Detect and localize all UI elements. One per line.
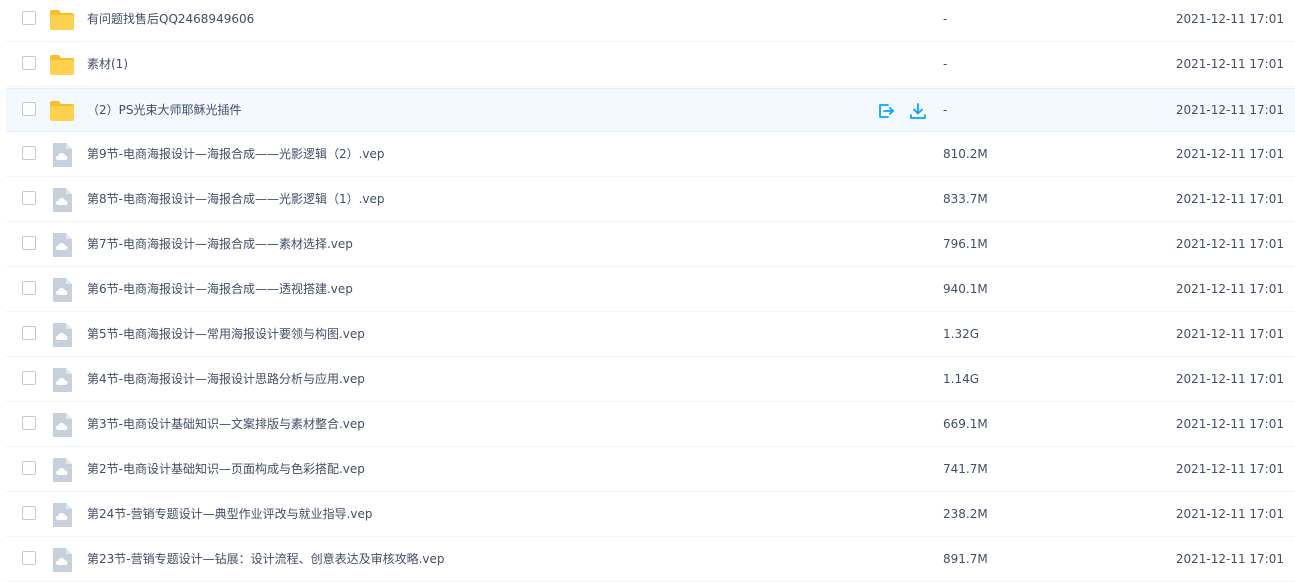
cloud-file-icon xyxy=(48,231,76,259)
cloud-file-icon xyxy=(48,321,76,349)
row-checkbox[interactable] xyxy=(22,11,36,25)
file-size: - xyxy=(943,57,948,71)
file-size: 833.7M xyxy=(943,192,988,206)
row-checkbox[interactable] xyxy=(22,146,36,160)
modified-date: 2021-12-11 17:01 xyxy=(1175,237,1284,251)
row-checkbox[interactable] xyxy=(22,102,36,116)
file-name[interactable]: 第6节-电商海报设计—海报合成——透视搭建.vep xyxy=(87,268,353,311)
cloud-file-icon xyxy=(48,141,76,169)
file-name[interactable]: 有问题找售后QQ2468949606 xyxy=(87,0,254,41)
row-checkbox[interactable] xyxy=(22,326,36,340)
row-checkbox[interactable] xyxy=(22,236,36,250)
file-size: 1.14G xyxy=(943,372,980,386)
row-checkbox[interactable] xyxy=(22,56,36,70)
file-row[interactable]: 第4节-电商海报设计—海报设计思路分析与应用.vep 1.14G 2021-12-1… xyxy=(6,358,1295,402)
file-name[interactable]: 第7节-电商海报设计—海报合成——素材选择.vep xyxy=(87,223,353,266)
folder-icon xyxy=(48,51,76,79)
modified-date: 2021-12-11 17:01 xyxy=(1175,192,1284,206)
modified-date: 2021-12-11 17:01 xyxy=(1175,282,1284,296)
file-name[interactable]: 第9节-电商海报设计—海报合成——光影逻辑（2）.vep xyxy=(87,133,385,176)
download-icon[interactable] xyxy=(908,101,928,121)
modified-date: 2021-12-11 17:01 xyxy=(1175,372,1284,386)
modified-date: 2021-12-11 17:01 xyxy=(1175,57,1284,71)
file-row[interactable]: 第8节-电商海报设计—海报合成——光影逻辑（1）.vep 833.7M 2021-1… xyxy=(6,178,1295,222)
file-name[interactable]: 第24节-营销专题设计—典型作业评改与就业指导.vep xyxy=(87,493,373,536)
row-checkbox[interactable] xyxy=(22,281,36,295)
folder-row[interactable]: （2）PS光束大师耶稣光插件 - 2021-12-11 17:01 xyxy=(6,88,1295,132)
modified-date: 2021-12-11 17:01 xyxy=(1175,327,1284,341)
row-checkbox[interactable] xyxy=(22,371,36,385)
file-row[interactable]: 第6节-电商海报设计—海报合成——透视搭建.vep 940.1M 2021-12-1… xyxy=(6,268,1295,312)
modified-date: 2021-12-11 17:01 xyxy=(1175,552,1284,566)
file-size: 238.2M xyxy=(943,507,988,521)
file-size: 796.1M xyxy=(943,237,988,251)
modified-date: 2021-12-11 17:01 xyxy=(1175,103,1284,117)
file-row[interactable]: 第3节-电商设计基础知识—文案排版与素材整合.vep 669.1M 2021-12-… xyxy=(6,403,1295,447)
folder-row[interactable]: 有问题找售后QQ2468949606 - 2021-12-11 17:01 xyxy=(6,0,1295,42)
modified-date: 2021-12-11 17:01 xyxy=(1175,507,1284,521)
file-list: 有问题找售后QQ2468949606-2021-12-11 17:01 素材(1)… xyxy=(0,0,1295,582)
file-name[interactable]: 素材(1) xyxy=(87,43,128,86)
file-size: 669.1M xyxy=(943,417,988,431)
folder-row[interactable]: 素材(1) - 2021-12-11 17:01 xyxy=(6,43,1295,87)
cloud-file-icon xyxy=(48,501,76,529)
cloud-file-icon xyxy=(48,276,76,304)
file-name[interactable]: （2）PS光束大师耶稣光插件 xyxy=(87,89,242,132)
file-row[interactable]: 第7节-电商海报设计—海报合成——素材选择.vep 796.1M 2021-12-1… xyxy=(6,223,1295,267)
file-size: 940.1M xyxy=(943,282,988,296)
file-row[interactable]: 第23节-营销专题设计—钻展：设计流程、创意表达及审核攻略.vep 891.7M 2… xyxy=(6,538,1295,582)
row-checkbox[interactable] xyxy=(22,416,36,430)
file-name[interactable]: 第23节-营销专题设计—钻展：设计流程、创意表达及审核攻略.vep xyxy=(87,538,445,581)
file-size: - xyxy=(943,12,948,26)
file-row[interactable]: 第2节-电商设计基础知识—页面构成与色彩搭配.vep 741.7M 2021-12-… xyxy=(6,448,1295,492)
row-actions xyxy=(876,101,928,121)
file-name[interactable]: 第5节-电商海报设计—常用海报设计要领与构图.vep xyxy=(87,313,365,356)
file-name[interactable]: 第3节-电商设计基础知识—文案排版与素材整合.vep xyxy=(87,403,365,446)
file-size: 810.2M xyxy=(943,147,988,161)
file-name[interactable]: 第4节-电商海报设计—海报设计思路分析与应用.vep xyxy=(87,358,365,401)
file-row[interactable]: 第9节-电商海报设计—海报合成——光影逻辑（2）.vep 810.2M 2021-1… xyxy=(6,133,1295,177)
cloud-file-icon xyxy=(48,186,76,214)
file-row[interactable]: 第5节-电商海报设计—常用海报设计要领与构图.vep 1.32G 2021-12-1… xyxy=(6,313,1295,357)
file-size: 741.7M xyxy=(943,462,988,476)
file-name[interactable]: 第8节-电商海报设计—海报合成——光影逻辑（1）.vep xyxy=(87,178,385,221)
row-checkbox[interactable] xyxy=(22,551,36,565)
file-size: 891.7M xyxy=(943,552,988,566)
modified-date: 2021-12-11 17:01 xyxy=(1175,147,1284,161)
file-size: 1.32G xyxy=(943,327,980,341)
modified-date: 2021-12-11 17:01 xyxy=(1175,417,1284,431)
modified-date: 2021-12-11 17:01 xyxy=(1175,12,1284,26)
cloud-file-icon xyxy=(48,546,76,574)
file-name[interactable]: 第2节-电商设计基础知识—页面构成与色彩搭配.vep xyxy=(87,448,365,491)
file-row[interactable]: 第24节-营销专题设计—典型作业评改与就业指导.vep 238.2M 2021-12… xyxy=(6,493,1295,537)
modified-date: 2021-12-11 17:01 xyxy=(1175,462,1284,476)
cloud-file-icon xyxy=(48,456,76,484)
folder-icon xyxy=(48,97,76,125)
cloud-file-icon xyxy=(48,366,76,394)
share-icon[interactable] xyxy=(876,101,896,121)
row-checkbox[interactable] xyxy=(22,191,36,205)
row-checkbox[interactable] xyxy=(22,506,36,520)
file-size: - xyxy=(943,103,948,117)
cloud-file-icon xyxy=(48,411,76,439)
folder-icon xyxy=(48,6,76,34)
row-checkbox[interactable] xyxy=(22,461,36,475)
